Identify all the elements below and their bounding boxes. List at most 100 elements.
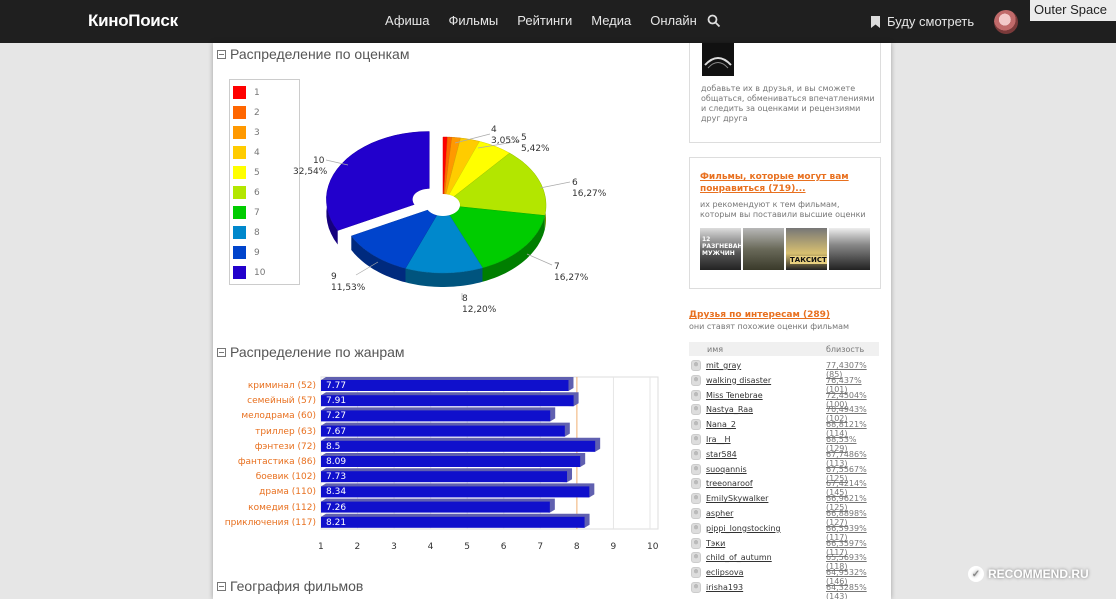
rating-pie-chart: [325, 131, 571, 300]
genre-bar: [321, 440, 596, 452]
legend-label: 8: [254, 227, 260, 238]
poster-caption: ТАКСИСТ: [790, 256, 827, 264]
friend-name-link[interactable]: child_of_autumn: [706, 553, 772, 562]
user-icon: [691, 434, 701, 445]
search-icon[interactable]: [707, 14, 721, 28]
friend-row: aspher 66,8898% (127): [690, 507, 880, 527]
nav-online[interactable]: Онлайн: [650, 13, 697, 28]
movie-poster[interactable]: [829, 228, 870, 270]
friend-name-link[interactable]: mit_gray: [706, 361, 741, 370]
poster-caption: 12 РАЗГНЕВАННЫХ МУЖЧИН: [702, 236, 759, 257]
user-icon: [691, 582, 701, 593]
column-closeness: близость: [826, 345, 865, 354]
legend-label: 1: [254, 87, 260, 98]
friend-name-link[interactable]: treeonaroof: [706, 479, 753, 488]
genre-category-label[interactable]: криминал (52): [248, 381, 316, 391]
x-tick-label: 4: [427, 542, 434, 552]
user-icon: [691, 389, 701, 401]
collapse-icon[interactable]: [217, 49, 226, 59]
pie-label-name: 4: [491, 125, 497, 135]
legend-swatch: [233, 206, 246, 219]
genre-bar: [321, 501, 550, 513]
legend-swatch: [233, 126, 246, 139]
genre-category-label[interactable]: триллер (63): [255, 427, 316, 437]
friend-closeness-link[interactable]: 64,3285% (143): [826, 583, 880, 599]
genres-section-header[interactable]: Распределение по жанрам: [217, 344, 405, 360]
recommend-link[interactable]: Фильмы, которые могут вам понравиться (7…: [700, 171, 860, 195]
friend-name-link[interactable]: pippi_longstocking: [706, 524, 781, 533]
friend-row: treeonaroof 67,4214% (145): [690, 477, 880, 497]
movie-poster[interactable]: 12 РАЗГНЕВАННЫХ МУЖЧИН: [700, 228, 759, 270]
movie-poster[interactable]: [743, 228, 784, 270]
genre-category-label[interactable]: приключения (117): [225, 518, 316, 528]
friend-name-link[interactable]: Тэки: [706, 539, 725, 548]
genre-category-label[interactable]: фэнтези (72): [255, 442, 316, 452]
bar-value-label: 8.5: [326, 441, 341, 452]
x-tick-label: 2: [354, 542, 361, 552]
site-logo[interactable]: КиноПоиск: [88, 11, 178, 31]
interest-friends-link[interactable]: Друзья по интересам (289): [689, 309, 830, 321]
legend-item: 1: [233, 86, 260, 99]
nav-afisha[interactable]: Афиша: [385, 13, 429, 28]
legend-item: 7: [233, 206, 260, 219]
pie-leader-line: [539, 181, 571, 189]
friend-name-link[interactable]: walking disaster: [706, 376, 771, 385]
pie-label-name: 6: [572, 178, 578, 188]
user-avatar[interactable]: [994, 10, 1018, 34]
pie-data-label: 7 16,27%: [554, 262, 588, 284]
user-icon: [691, 508, 701, 519]
genre-bar: [321, 456, 581, 467]
legend-item: 10: [233, 266, 265, 279]
ratings-section-title: Распределение по оценкам: [230, 46, 410, 62]
genre-category-label[interactable]: драма (110): [259, 487, 316, 497]
nav-media[interactable]: Медиа: [591, 13, 631, 28]
movie-poster[interactable]: ТАКСИСТ: [786, 228, 827, 270]
geo-section-header[interactable]: География фильмов: [217, 578, 363, 594]
friends-promo-text: добавьте их в друзья, и вы сможете общат…: [701, 84, 875, 123]
legend-item: 9: [233, 246, 260, 259]
legend-label: 2: [254, 107, 260, 118]
genre-bar: [321, 425, 565, 437]
user-icon: [691, 493, 701, 505]
user-icon: [691, 478, 701, 490]
x-tick-label: 10: [647, 542, 659, 552]
friend-name-link[interactable]: Nana_2: [706, 420, 736, 429]
friend-row: EmilySkywalker 66,9621% (125): [690, 492, 880, 512]
nav-ratings[interactable]: Рейтинги: [517, 13, 572, 28]
genre-category-label[interactable]: комедия (112): [248, 503, 316, 513]
pie-label-name: 10: [313, 156, 325, 166]
legend-item: 5: [233, 166, 260, 179]
user-icon: [691, 404, 701, 416]
friend-name-link[interactable]: irisha193: [706, 583, 743, 592]
promo-image: [702, 43, 734, 76]
legend-swatch: [233, 186, 246, 199]
friend-name-link[interactable]: Nastya_Raa: [706, 405, 753, 414]
genre-category-label[interactable]: фантастика (86): [238, 457, 316, 467]
main-nav: Афиша Фильмы Рейтинги Медиа Онлайн: [385, 13, 716, 28]
ratings-section-header[interactable]: Распределение по оценкам: [217, 46, 409, 62]
recommend-box: Фильмы, которые могут вам понравиться (7…: [689, 157, 881, 289]
genre-category-label[interactable]: мелодрама (60): [241, 411, 316, 421]
x-tick-label: 1: [318, 542, 324, 552]
genre-category-label[interactable]: семейный (57): [247, 396, 316, 406]
friend-name-link[interactable]: suoqannis: [706, 465, 747, 474]
friend-name-link[interactable]: EmilySkywalker: [706, 494, 768, 503]
genre-category-label[interactable]: боевик (102): [256, 472, 316, 482]
nav-films[interactable]: Фильмы: [448, 13, 498, 28]
watch-later-button[interactable]: Буду смотреть: [871, 14, 974, 29]
collapse-icon[interactable]: [217, 581, 226, 591]
collapse-icon[interactable]: [217, 347, 226, 357]
friend-name-link[interactable]: aspher: [706, 509, 733, 518]
pie-label-percent: 16,27%: [554, 273, 589, 283]
friend-row: star584 67,7486% (113): [690, 448, 880, 468]
legend-item: 4: [233, 146, 260, 159]
pie-label-name: 8: [462, 294, 468, 304]
friend-name-link[interactable]: eclipsova: [706, 568, 744, 577]
friend-name-link[interactable]: Miss Tenebrae: [706, 391, 763, 400]
watermark-text: RECOMMEND.RU: [988, 567, 1089, 581]
friend-row: walking disaster 76,437% (101): [690, 374, 880, 394]
recommend-icon: ✓: [968, 566, 984, 582]
friend-name-link[interactable]: Ira__H: [706, 435, 731, 444]
pie-label-percent: 5,42%: [521, 144, 550, 154]
friend-name-link[interactable]: star584: [706, 450, 737, 459]
